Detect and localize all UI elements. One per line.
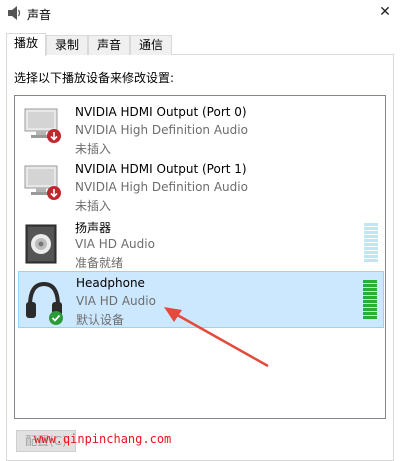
device-driver: NVIDIA High Definition Audio: [75, 180, 248, 194]
speaker-icon: [8, 6, 21, 20]
device-item-speaker[interactable]: 扬声器 VIA HD Audio 准备就绪: [18, 215, 384, 275]
instruction-label: 选择以下播放设备来修改设置:: [14, 71, 175, 85]
device-driver: VIA HD Audio: [76, 294, 156, 308]
close-button[interactable]: ✕: [370, 0, 400, 24]
tab-communications[interactable]: 通信: [130, 35, 172, 55]
monitor-unplugged-icon: [24, 108, 61, 143]
tab-recording[interactable]: 录制: [46, 35, 88, 55]
tab-playback[interactable]: 播放: [6, 33, 46, 56]
device-item-headphone[interactable]: Headphone VIA HD Audio 默认设备: [18, 271, 384, 328]
device-status: 准备就绪: [75, 256, 124, 270]
volume-meter: [364, 223, 378, 267]
device-status: 默认设备: [76, 313, 125, 327]
device-name: NVIDIA HDMI Output (Port 1): [75, 162, 247, 176]
device-name: Headphone: [76, 276, 145, 290]
tab-sounds[interactable]: 声音: [88, 35, 130, 55]
tab-strip: 播放 录制 声音 通信: [6, 33, 394, 56]
device-driver: VIA HD Audio: [75, 237, 155, 251]
headphone-default-icon: [26, 281, 63, 325]
title-bar: 声音 ✕: [0, 0, 400, 28]
device-item-hdmi-port0[interactable]: NVIDIA HDMI Output (Port 0) NVIDIA High …: [18, 101, 384, 161]
device-status: 未插入: [75, 142, 112, 156]
window-title: 声音: [27, 8, 52, 22]
monitor-unplugged-icon: [24, 165, 61, 200]
device-name: NVIDIA HDMI Output (Port 0): [75, 105, 247, 119]
device-list[interactable]: NVIDIA HDMI Output (Port 0) NVIDIA High …: [14, 95, 386, 419]
volume-meter: [363, 280, 377, 324]
device-name: 扬声器: [75, 221, 112, 235]
device-driver: NVIDIA High Definition Audio: [75, 123, 248, 137]
speaker-icon: [25, 224, 57, 264]
device-item-hdmi-port1[interactable]: NVIDIA HDMI Output (Port 1) NVIDIA High …: [18, 158, 384, 218]
device-status: 未插入: [75, 199, 112, 213]
watermark: www.qinpinchang.com: [34, 432, 172, 446]
